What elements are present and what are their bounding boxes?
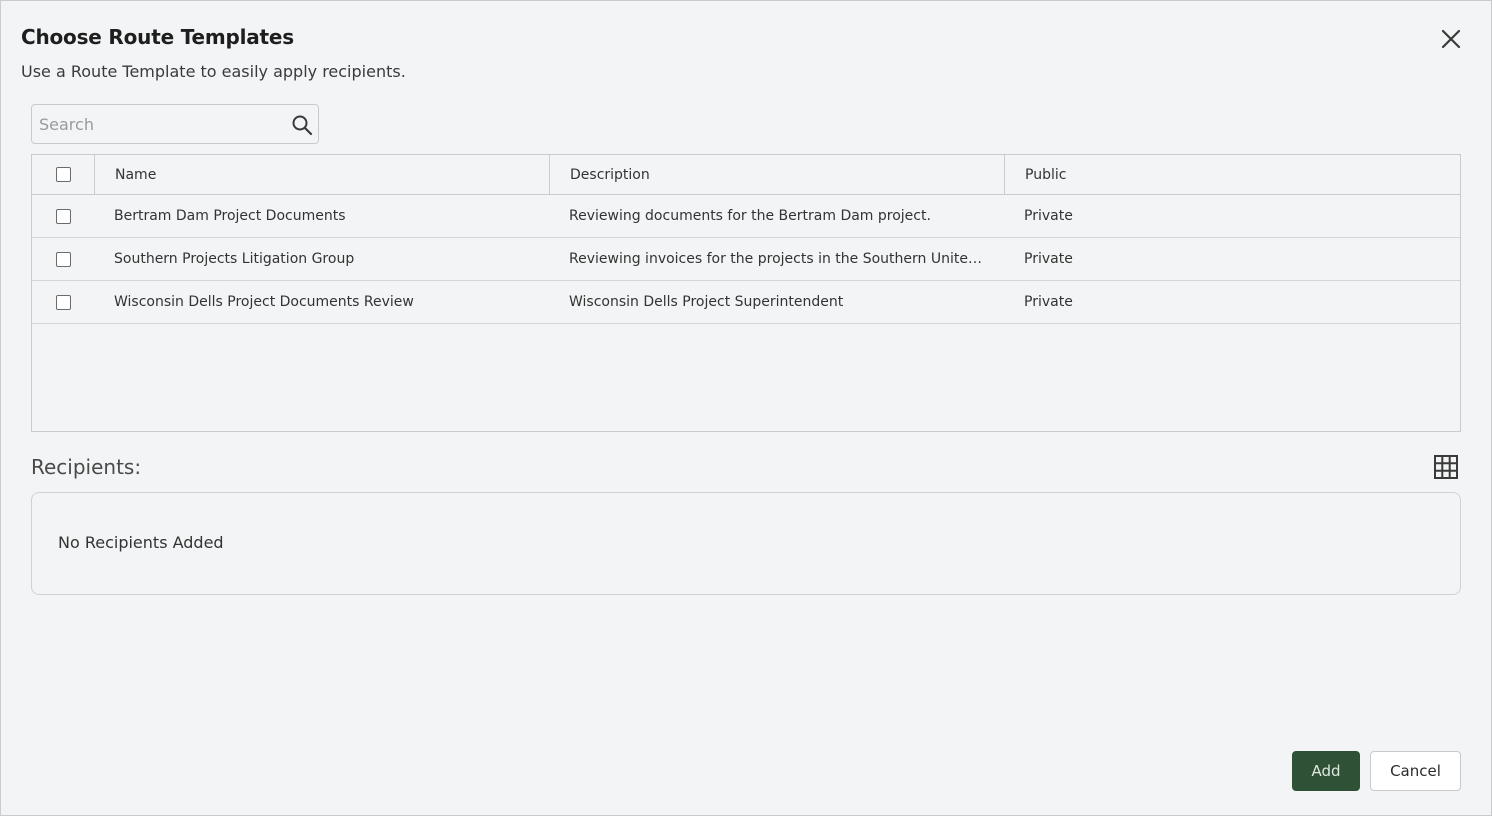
- table-row[interactable]: Bertram Dam Project Documents Reviewing …: [32, 195, 1460, 238]
- recipients-panel: No Recipients Added: [31, 492, 1461, 595]
- row-description-text: Reviewing invoices for the projects in t…: [569, 251, 984, 267]
- row-description-text: Reviewing documents for the Bertram Dam …: [569, 208, 931, 224]
- table-row[interactable]: Southern Projects Litigation Group Revie…: [32, 238, 1460, 281]
- row-description: Reviewing invoices for the projects in t…: [549, 238, 1004, 280]
- close-icon: [1441, 29, 1461, 49]
- route-templates-dialog: Choose Route Templates Use a Route Templ…: [0, 0, 1492, 816]
- row-description-text: Wisconsin Dells Project Superintendent: [569, 294, 844, 310]
- row-public: Private: [1024, 208, 1073, 224]
- row-checkbox-cell: [32, 281, 94, 323]
- no-recipients-message: No Recipients Added: [58, 533, 224, 552]
- cancel-button[interactable]: Cancel: [1370, 751, 1461, 791]
- dialog-subtitle: Use a Route Template to easily apply rec…: [21, 62, 406, 81]
- recipients-label: Recipients:: [31, 455, 142, 479]
- table-row[interactable]: Wisconsin Dells Project Documents Review…: [32, 281, 1460, 324]
- row-checkbox-cell: [32, 238, 94, 280]
- search-icon[interactable]: [291, 114, 313, 136]
- column-header-description[interactable]: Description: [549, 155, 1004, 194]
- row-name: Wisconsin Dells Project Documents Review: [114, 294, 414, 310]
- table-header-row: Name Description Public: [32, 155, 1460, 195]
- row-checkbox[interactable]: [55, 251, 71, 267]
- select-all-checkbox[interactable]: [55, 167, 71, 182]
- row-checkbox[interactable]: [55, 208, 71, 224]
- row-public: Private: [1024, 251, 1073, 267]
- templates-table: Name Description Public Bertram Dam Proj…: [31, 154, 1461, 432]
- add-button[interactable]: Add: [1292, 751, 1360, 791]
- row-description: Wisconsin Dells Project Superintendent: [549, 281, 1004, 323]
- column-header-name[interactable]: Name: [94, 155, 549, 194]
- column-header-public[interactable]: Public: [1004, 155, 1460, 194]
- row-name: Southern Projects Litigation Group: [114, 251, 355, 267]
- grid-icon[interactable]: [1432, 453, 1460, 481]
- row-public: Private: [1024, 294, 1073, 310]
- search-box: [31, 104, 319, 144]
- row-name: Bertram Dam Project Documents: [114, 208, 346, 224]
- header-checkbox-cell: [32, 155, 94, 194]
- row-description: Reviewing documents for the Bertram Dam …: [549, 195, 1004, 237]
- search-input[interactable]: [32, 105, 284, 143]
- row-checkbox[interactable]: [55, 294, 71, 310]
- dialog-title: Choose Route Templates: [21, 25, 294, 49]
- close-button[interactable]: [1437, 25, 1465, 53]
- row-checkbox-cell: [32, 195, 94, 237]
